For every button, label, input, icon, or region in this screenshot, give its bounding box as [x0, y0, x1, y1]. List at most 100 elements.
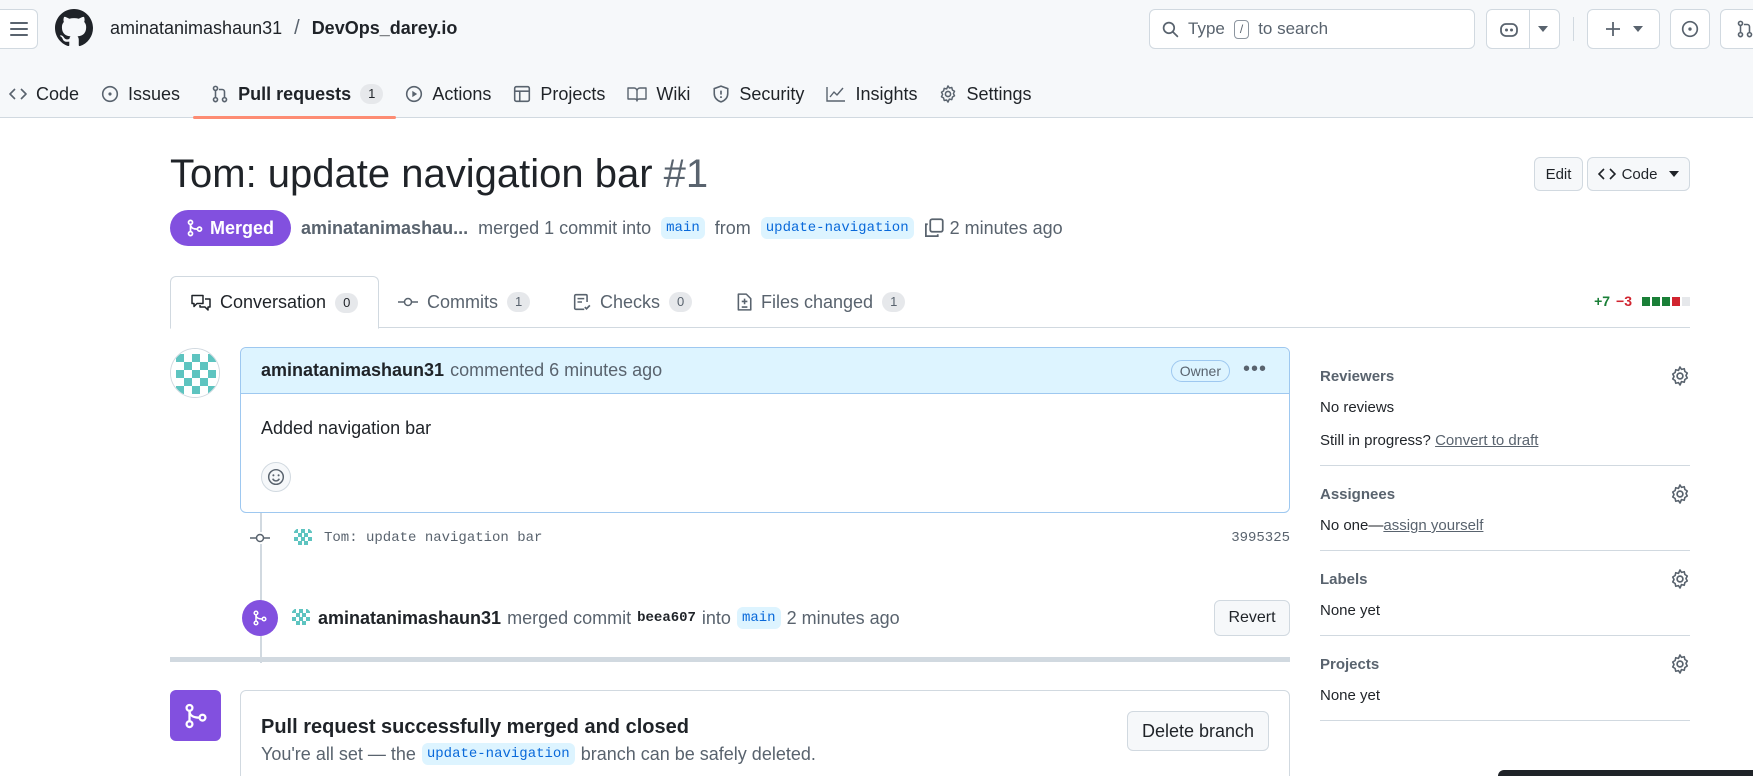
- sidebar-projects: Projects None yet: [1320, 636, 1690, 721]
- copy-icon[interactable]: [924, 218, 944, 238]
- merge-time: 2 minutes ago: [786, 607, 900, 628]
- merge-author-link[interactable]: aminatanimashaun31: [318, 608, 501, 629]
- merge-text: merged commit: [507, 607, 632, 628]
- diffstat: +7 −3: [1594, 293, 1690, 309]
- hamburger-icon: [9, 22, 28, 36]
- pull-requests-shortcut-button[interactable]: [1720, 9, 1753, 49]
- sidebar-reviewers: Reviewers No reviews Still in progress? …: [1320, 348, 1690, 466]
- comment-author-link[interactable]: aminatanimashaun31: [261, 360, 444, 381]
- merge-sha-link[interactable]: beea607: [637, 610, 696, 626]
- tab-conversation[interactable]: Conversation 0: [170, 276, 380, 329]
- add-reaction-button[interactable]: [261, 462, 291, 492]
- pr-author-link[interactable]: aminatanimashau...: [301, 218, 468, 239]
- sidebar-heading: Labels: [1320, 571, 1368, 588]
- diff-bar: [1682, 296, 1690, 306]
- commit-sha-link[interactable]: 3995325: [1231, 530, 1290, 546]
- diff-bar: [1642, 296, 1650, 306]
- convert-to-draft-link[interactable]: Convert to draft: [1435, 432, 1538, 449]
- merged-status-icon: [170, 690, 221, 741]
- tab-label: Code: [36, 83, 80, 104]
- repo-name-link[interactable]: DevOps_darey.io: [312, 18, 458, 39]
- tab-settings[interactable]: Settings: [930, 70, 1044, 118]
- status-badge: Merged: [170, 210, 292, 246]
- avatar[interactable]: [292, 527, 314, 549]
- deletable-branch-link[interactable]: update-navigation: [421, 743, 575, 765]
- global-header: aminatanimashaun31 / DevOps_darey.io Typ…: [0, 0, 1753, 119]
- diff-bar: [1672, 296, 1680, 306]
- play-icon: [406, 85, 423, 103]
- tab-label: Files changed: [761, 291, 874, 312]
- pr-title-text: Tom: update navigation bar: [170, 152, 653, 196]
- smiley-icon: [267, 468, 285, 486]
- copilot-button[interactable]: [1486, 9, 1560, 49]
- avatar[interactable]: [290, 607, 312, 629]
- sidebar-heading: Projects: [1320, 656, 1380, 673]
- avatar[interactable]: [170, 348, 220, 398]
- tab-wiki[interactable]: Wiki: [618, 70, 703, 118]
- timeline-divider: [170, 657, 1290, 662]
- assignees-none: No one—: [1320, 517, 1384, 534]
- tab-count: 1: [507, 292, 531, 312]
- gear-icon[interactable]: [1670, 569, 1690, 589]
- tab-pull-requests[interactable]: Pull requests 1: [193, 70, 397, 119]
- commit-message-link[interactable]: Tom: update navigation bar: [324, 530, 542, 546]
- tab-count: 0: [335, 292, 359, 313]
- git-commit-icon: [248, 532, 272, 544]
- tab-code[interactable]: Code: [0, 70, 92, 118]
- edit-title-button[interactable]: Edit: [1534, 157, 1583, 191]
- create-new-button[interactable]: [1587, 9, 1660, 49]
- pr-meta: Merged aminatanimashau... merged 1 commi…: [170, 210, 1063, 246]
- issues-shortcut-button[interactable]: [1670, 9, 1710, 49]
- menu-button[interactable]: [0, 9, 38, 49]
- comment-discussion-icon: [191, 294, 211, 311]
- sidebar-assignees: Assignees No one—assign yourself: [1320, 466, 1690, 551]
- tab-label: Issues: [128, 83, 181, 104]
- issue-opened-icon: [1681, 20, 1699, 38]
- tab-files-changed[interactable]: Files changed 1: [736, 276, 906, 328]
- github-logo-icon[interactable]: [55, 9, 93, 47]
- code-icon: [9, 88, 27, 100]
- search-input[interactable]: Type / to search: [1149, 9, 1475, 49]
- repo-owner-link[interactable]: aminatanimashaun31: [110, 18, 282, 39]
- tab-insights[interactable]: Insights: [817, 70, 930, 118]
- identicon-avatar: [290, 607, 312, 629]
- tab-issues[interactable]: Issues: [92, 70, 193, 118]
- code-icon: [1597, 168, 1616, 180]
- tab-actions[interactable]: Actions: [396, 70, 504, 118]
- subtitle-after: branch can be safely deleted.: [580, 743, 816, 764]
- code-dropdown-button[interactable]: Code: [1587, 157, 1690, 191]
- gear-icon[interactable]: [1670, 654, 1690, 674]
- merge-status-subtitle: You're all set — the update-navigation b…: [261, 743, 816, 765]
- tab-projects[interactable]: Projects: [504, 70, 618, 118]
- breadcrumb-separator: /: [294, 17, 300, 39]
- diff-additions: +7: [1594, 293, 1611, 309]
- search-placeholder-before: Type: [1188, 19, 1225, 38]
- tab-security[interactable]: Security: [703, 70, 817, 118]
- identicon-avatar: [171, 349, 219, 397]
- from-text: from: [714, 217, 751, 238]
- delete-branch-button[interactable]: Delete branch: [1127, 711, 1269, 751]
- gear-icon[interactable]: [1670, 484, 1690, 504]
- chevron-down-icon: [1632, 26, 1643, 32]
- base-branch-link[interactable]: main: [661, 217, 705, 239]
- checklist-icon: [573, 293, 591, 311]
- revert-button[interactable]: Revert: [1214, 600, 1290, 636]
- tab-checks[interactable]: Checks 0: [573, 276, 693, 328]
- merge-status-box: Pull request successfully merged and clo…: [240, 690, 1290, 776]
- header-divider: [1573, 17, 1574, 41]
- head-branch-link[interactable]: update-navigation: [760, 217, 914, 239]
- tab-commits[interactable]: Commits 1: [398, 276, 531, 328]
- code-label: Code: [1621, 165, 1658, 183]
- table-icon: [514, 85, 531, 103]
- assign-yourself-link[interactable]: assign yourself: [1383, 517, 1483, 534]
- tab-count: 1: [360, 84, 384, 104]
- merge-branch-link[interactable]: main: [736, 607, 781, 629]
- gear-icon[interactable]: [1670, 366, 1690, 386]
- kebab-menu-icon[interactable]: •••: [1243, 358, 1267, 381]
- owner-badge: Owner: [1170, 360, 1230, 382]
- diff-bar: [1652, 296, 1660, 306]
- diff-bars: [1642, 296, 1690, 306]
- pull-request-icon: [212, 85, 228, 103]
- diff-bar: [1662, 296, 1670, 306]
- issue-icon: [101, 85, 119, 103]
